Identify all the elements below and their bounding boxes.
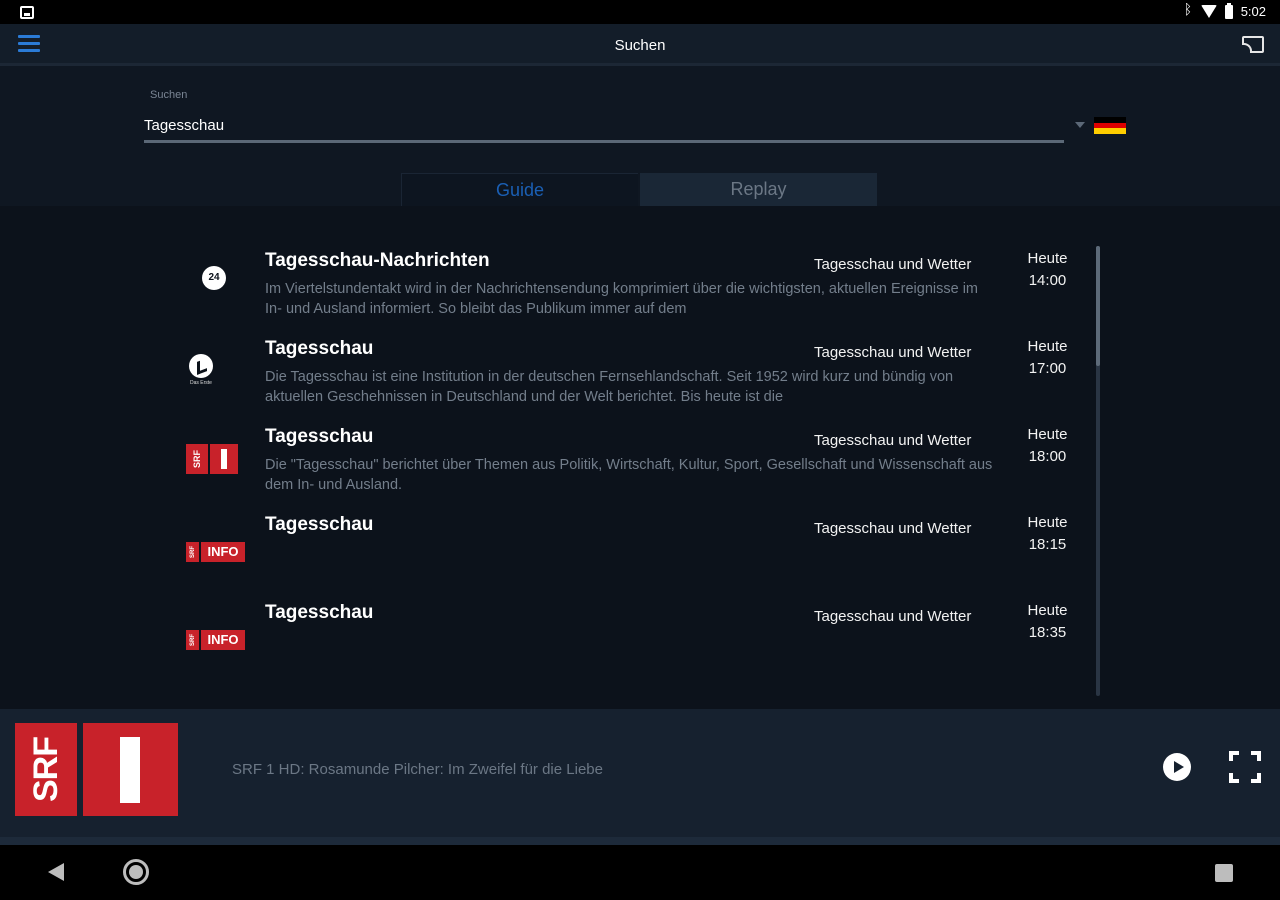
scrollbar-thumb[interactable] [1096, 246, 1100, 366]
program-title: Tagesschau [265, 338, 374, 359]
program-category: Tagesschau und Wetter [814, 608, 972, 625]
scrollbar[interactable] [1096, 246, 1100, 696]
srf-info-logo: SRF INFO [186, 528, 246, 568]
program-day: Heute [1027, 514, 1068, 531]
app-bar: Suchen [0, 24, 1280, 66]
results-list: 24 Tagesschau-Nachrichten Tagesschau und… [0, 206, 1280, 709]
recent-apps-icon[interactable] [1215, 864, 1233, 882]
program-category: Tagesschau und Wetter [814, 432, 972, 449]
program-description: Die "Tagesschau" berichtet über Themen a… [265, 457, 993, 493]
program-day: Heute [1027, 602, 1068, 619]
list-item[interactable]: 24 Tagesschau-Nachrichten Tagesschau und… [0, 246, 1100, 334]
program-day: Heute [1027, 426, 1068, 443]
program-title: Tagesschau [265, 602, 374, 623]
srf1-logo: SRF [186, 440, 246, 480]
search-section: Suchen Guide Replay [0, 69, 1280, 206]
list-item[interactable]: SRF Tagesschau Tagesschau und Wetter Heu… [0, 422, 1100, 510]
program-time: 17:00 [1028, 360, 1067, 377]
program-time: 18:00 [1028, 448, 1067, 465]
srf1-logo: SRF [15, 723, 178, 816]
tagesschau24-logo: 24 [186, 264, 246, 304]
search-input[interactable] [144, 113, 1064, 143]
tab-bar: Guide Replay [401, 173, 881, 206]
tab-guide[interactable]: Guide [401, 173, 638, 206]
program-time: 18:35 [1028, 624, 1067, 641]
divider [0, 837, 1280, 845]
program-title: Tagesschau [265, 426, 374, 447]
play-button[interactable] [1163, 753, 1191, 781]
fullscreen-button[interactable] [1229, 751, 1261, 783]
program-category: Tagesschau und Wetter [814, 344, 972, 361]
srf-info-logo: SRF INFO [186, 616, 246, 656]
list-item[interactable]: SRF INFO Tagesschau Tagesschau und Wetter… [0, 510, 1100, 598]
wifi-icon [1200, 5, 1217, 18]
navigation-bar [0, 845, 1280, 900]
program-category: Tagesschau und Wetter [814, 520, 972, 537]
program-time: 18:15 [1028, 536, 1067, 553]
program-title: Tagesschau [265, 514, 374, 535]
list-item[interactable]: SRF INFO Tagesschau Tagesschau und Wetter… [0, 598, 1100, 686]
das-erste-logo: Das Erste [186, 352, 246, 392]
list-item[interactable]: Das Erste Tagesschau Tagesschau und Wett… [0, 334, 1100, 422]
program-day: Heute [1027, 250, 1068, 267]
status-bar: 5:02 [0, 0, 1280, 24]
tab-replay[interactable]: Replay [640, 173, 877, 206]
back-icon[interactable] [48, 863, 64, 881]
program-title: Tagesschau-Nachrichten [265, 250, 490, 271]
germany-flag-icon[interactable] [1094, 117, 1126, 134]
mini-player[interactable]: SRF SRF 1 HD: Rosamunde Pilcher: Im Zwei… [0, 709, 1280, 837]
notification-icon [20, 6, 34, 19]
chevron-down-icon[interactable] [1075, 122, 1085, 128]
program-time: 14:00 [1028, 272, 1067, 289]
program-description: Die Tagesschau ist eine Institution in d… [265, 369, 954, 405]
search-label: Suchen [150, 89, 188, 101]
program-day: Heute [1027, 338, 1068, 355]
home-icon[interactable] [123, 859, 149, 885]
now-playing-text: SRF 1 HD: Rosamunde Pilcher: Im Zweifel … [232, 761, 603, 778]
system-icons: 5:02 [1184, 2, 1266, 19]
status-time: 5:02 [1240, 4, 1266, 19]
cast-icon[interactable] [1242, 36, 1264, 53]
program-description: Im Viertelstundentakt wird in der Nachri… [265, 281, 978, 317]
page-title: Suchen [614, 37, 666, 54]
battery-icon [1224, 2, 1233, 19]
bluetooth-icon [1184, 2, 1193, 18]
program-category: Tagesschau und Wetter [814, 256, 972, 273]
